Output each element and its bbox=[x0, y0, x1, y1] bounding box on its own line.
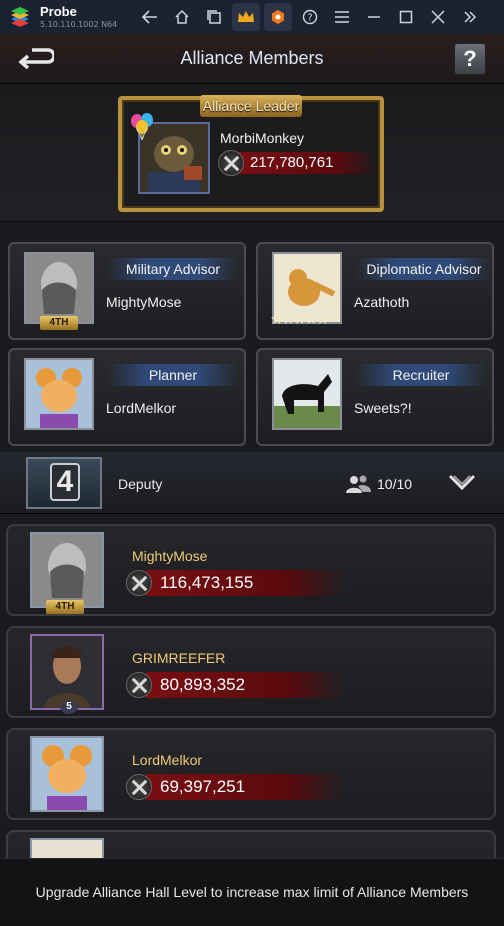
officer-role: Diplomatic Advisor bbox=[356, 258, 492, 280]
member-avatar bbox=[30, 736, 104, 812]
chevron-down-icon bbox=[448, 474, 476, 491]
help-button[interactable]: ? bbox=[454, 43, 486, 75]
rank-number: 4 bbox=[50, 463, 80, 501]
emulator-title: Probe 5.10.110.1002 N64 bbox=[40, 5, 117, 29]
emulator-toolbar: ? bbox=[136, 0, 488, 34]
officer-card-diplomatic-advisor[interactable]: ★★★★★ Diplomatic Advisor Azathoth bbox=[256, 242, 494, 340]
balloons-icon bbox=[128, 112, 158, 142]
officer-role: Recruiter bbox=[356, 364, 486, 386]
multi-window-icon[interactable] bbox=[200, 3, 228, 31]
officer-name: Sweets?! bbox=[354, 400, 412, 416]
emulator-version: 5.10.110.1002 N64 bbox=[40, 20, 118, 29]
svg-text:?: ? bbox=[307, 13, 312, 24]
officer-role: Military Advisor bbox=[108, 258, 238, 280]
member-limit-notice: Upgrade Alliance Hall Level to increase … bbox=[0, 858, 504, 926]
emulator-app-name: Probe bbox=[40, 4, 77, 19]
alliance-leader-section: MorbiMonkey 217,780,761 Alliance Leader bbox=[0, 84, 504, 222]
rank-badge: 4TH bbox=[40, 316, 78, 330]
leader-power-value: 217,780,761 bbox=[238, 152, 378, 174]
officer-card-recruiter[interactable]: Recruiter Sweets?! bbox=[256, 348, 494, 446]
officer-card-planner[interactable]: Planner LordMelkor bbox=[8, 348, 246, 446]
member-count: 10/10 bbox=[377, 476, 413, 492]
home-icon[interactable] bbox=[168, 3, 196, 31]
crossed-swords-icon bbox=[126, 774, 152, 800]
member-list[interactable]: 4TH MightyMose 116,473,155 5 GRIMREEFER … bbox=[0, 514, 504, 858]
member-power-value: 116,473,155 bbox=[146, 570, 346, 596]
rank-badge: 5 bbox=[60, 700, 78, 714]
member-name: MightyMose bbox=[132, 548, 208, 564]
officer-avatar bbox=[24, 252, 94, 324]
alliance-leader-banner: Alliance Leader bbox=[200, 95, 302, 117]
member-name: LordMelkor bbox=[132, 752, 203, 768]
crown-icon[interactable] bbox=[232, 3, 260, 31]
leader-name: MorbiMonkey bbox=[220, 130, 305, 146]
close-icon[interactable] bbox=[424, 3, 452, 31]
member-avatar bbox=[30, 634, 104, 710]
emulator-title-bar: Probe 5.10.110.1002 N64 ? bbox=[0, 0, 504, 34]
officer-name: LordMelkor bbox=[106, 400, 177, 416]
rank-emblem: 4 bbox=[26, 457, 102, 509]
member-row[interactable] bbox=[6, 830, 496, 858]
maximize-icon[interactable] bbox=[392, 3, 420, 31]
member-power-value: 80,893,352 bbox=[146, 672, 346, 698]
member-avatar bbox=[30, 838, 104, 858]
menu-icon[interactable] bbox=[328, 3, 356, 31]
rank-badge: 4TH bbox=[46, 600, 84, 614]
officer-grid: 4TH Military Advisor MightyMose ★★★★★ Di… bbox=[0, 222, 504, 452]
crossed-swords-icon bbox=[218, 150, 244, 176]
rank-label: Deputy bbox=[118, 476, 163, 492]
leader-power: 217,780,761 bbox=[218, 150, 378, 176]
member-row[interactable]: LordMelkor 69,397,251 bbox=[6, 728, 496, 820]
officer-avatar bbox=[272, 358, 342, 430]
officer-avatar bbox=[24, 358, 94, 430]
officer-role: Planner bbox=[108, 364, 238, 386]
page-header: Alliance Members ? bbox=[0, 34, 504, 84]
member-power: 116,473,155 bbox=[126, 570, 346, 596]
member-name: GRIMREEFER bbox=[132, 650, 226, 666]
bluestacks-logo-icon bbox=[8, 5, 32, 29]
help-icon[interactable]: ? bbox=[296, 3, 324, 31]
member-row[interactable]: 4TH MightyMose 116,473,155 bbox=[6, 524, 496, 616]
minimize-icon[interactable] bbox=[360, 3, 388, 31]
page-title: Alliance Members bbox=[180, 48, 324, 68]
deputy-rank-header[interactable]: 4 Deputy 10/10 bbox=[0, 452, 504, 514]
member-power: 80,893,352 bbox=[126, 672, 346, 698]
member-power: 69,397,251 bbox=[126, 774, 346, 800]
hexagon-icon[interactable] bbox=[264, 3, 292, 31]
officer-name: Azathoth bbox=[354, 294, 410, 310]
member-row[interactable]: 5 GRIMREEFER 80,893,352 bbox=[6, 626, 496, 718]
crossed-swords-icon bbox=[126, 570, 152, 596]
officer-name: MightyMose bbox=[106, 294, 182, 310]
alliance-leader-label: Alliance Leader bbox=[202, 98, 300, 114]
officer-card-military-advisor[interactable]: 4TH Military Advisor MightyMose bbox=[8, 242, 246, 340]
double-chevron-icon[interactable] bbox=[456, 3, 484, 31]
member-power-value: 69,397,251 bbox=[146, 774, 346, 800]
member-avatar bbox=[30, 532, 104, 608]
members-icon bbox=[344, 474, 372, 494]
star-rating: ★★★★★ bbox=[270, 311, 329, 328]
collapse-button[interactable] bbox=[448, 472, 476, 496]
back-arrow-icon[interactable] bbox=[136, 3, 164, 31]
crossed-swords-icon bbox=[126, 672, 152, 698]
